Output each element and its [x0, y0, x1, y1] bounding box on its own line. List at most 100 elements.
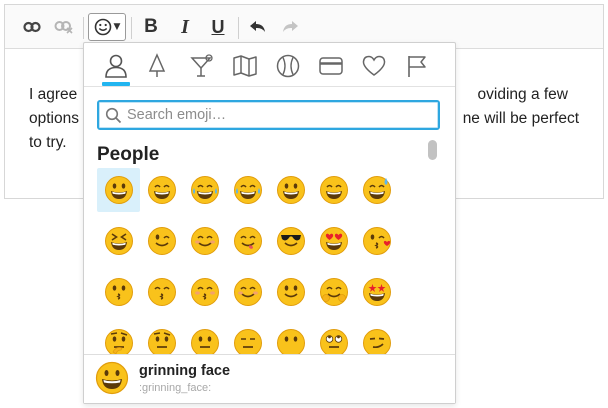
smile-icon: [319, 176, 348, 204]
emoji-search-input[interactable]: [127, 105, 427, 125]
category-flags[interactable]: [402, 52, 432, 80]
people-icon: [105, 54, 127, 78]
link-button[interactable]: [19, 13, 45, 41]
emoji-neutral[interactable]: [183, 321, 226, 354]
emoji-preview: grinning face :grinning_face:: [84, 354, 455, 403]
emoji-smiley[interactable]: [269, 168, 312, 212]
emoji-yum[interactable]: [226, 219, 269, 263]
emoji-smile[interactable]: [312, 168, 355, 212]
toolbar-separator: [238, 17, 239, 39]
emoji-heart-eyes[interactable]: [312, 219, 355, 263]
italic-button[interactable]: I: [172, 13, 198, 41]
ball-icon: [276, 54, 300, 78]
category-symbols[interactable]: [359, 52, 389, 80]
emoji-slight-smile[interactable]: [269, 270, 312, 314]
emoji-rofl[interactable]: [226, 168, 269, 212]
emoji-kissing-heart[interactable]: [355, 219, 398, 263]
undo-icon: [250, 21, 265, 32]
emoji-search-box: [97, 100, 440, 130]
emoji-kissing-smiling-eyes[interactable]: [140, 270, 183, 314]
emoji-button[interactable]: ▼: [88, 13, 126, 41]
emoji-grid: [97, 168, 397, 354]
no-mouth-icon: [276, 329, 305, 354]
text-fragment: options: [29, 110, 79, 127]
underline-button[interactable]: U: [205, 13, 231, 41]
smiley-icon: [94, 18, 111, 36]
unlink-button[interactable]: [51, 13, 77, 41]
category-food-drink[interactable]: [187, 52, 217, 80]
category-activity[interactable]: [273, 52, 303, 80]
thinking-icon: [104, 329, 133, 354]
emoji-list: People: [84, 136, 455, 354]
map-icon: [233, 55, 257, 77]
emoji-no-mouth[interactable]: [269, 321, 312, 354]
emoji-star-struck[interactable]: [355, 270, 398, 314]
category-objects[interactable]: [316, 52, 346, 80]
sweat-smile-icon: [362, 176, 391, 204]
text-fragment: I agree: [29, 86, 78, 103]
emoji-rolling-eyes[interactable]: [312, 321, 355, 354]
grinning-icon: [104, 176, 133, 204]
relaxed-icon: [233, 278, 262, 306]
expressionless-icon: [233, 329, 262, 354]
emoji-hugging[interactable]: [312, 270, 355, 314]
yum-icon: [233, 227, 262, 255]
emoji-category-bar: [84, 43, 455, 87]
emoji-wink[interactable]: [140, 219, 183, 263]
food-drink-icon: [190, 54, 213, 77]
scrollbar-thumb[interactable]: [428, 140, 437, 160]
toolbar-separator: [83, 17, 84, 39]
text-fragment: to try.: [29, 134, 67, 151]
grin-eyes-icon: [147, 176, 176, 204]
emoji-sunglasses[interactable]: [269, 219, 312, 263]
emoji-kissing[interactable]: [97, 270, 140, 314]
kissing-icon: [104, 278, 133, 306]
laughing-icon: [104, 227, 133, 255]
smirk-icon: [362, 329, 391, 354]
link-icon: [23, 21, 41, 33]
neutral-icon: [190, 329, 219, 354]
emoji-blush[interactable]: [183, 219, 226, 263]
heart-icon: [362, 55, 386, 76]
blush-icon: [190, 227, 219, 255]
slight-smile-icon: [276, 278, 305, 306]
emoji-picker: People grinning face :grinning_face:: [83, 42, 456, 404]
emoji-grinning[interactable]: [97, 168, 140, 212]
bold-button[interactable]: B: [138, 13, 164, 41]
unlink-icon: [54, 21, 73, 34]
chevron-down-icon: ▼: [113, 22, 121, 32]
emoji-raised-eyebrow[interactable]: [140, 321, 183, 354]
emoji-kissing-closed-eyes[interactable]: [183, 270, 226, 314]
rofl-icon: [233, 176, 262, 204]
kissing-closed-eyes-icon: [190, 278, 219, 306]
emoji-relaxed[interactable]: [226, 270, 269, 314]
emoji-smirk[interactable]: [355, 321, 398, 354]
emoji-joy[interactable]: [183, 168, 226, 212]
kissing-heart-icon: [362, 227, 391, 255]
category-travel-places[interactable]: [230, 52, 260, 80]
joy-icon: [190, 176, 219, 204]
scrollbar[interactable]: [426, 136, 440, 354]
emoji-grin-eyes[interactable]: [140, 168, 183, 212]
preview-emoji-name: grinning face: [139, 363, 231, 379]
redo-button[interactable]: [277, 13, 303, 41]
redo-icon: [283, 21, 298, 32]
category-nature[interactable]: [142, 52, 172, 80]
heart-eyes-icon: [319, 227, 348, 255]
emoji-thinking[interactable]: [97, 321, 140, 354]
rolling-eyes-icon: [319, 329, 348, 354]
category-people[interactable]: [101, 52, 131, 80]
kissing-smiling-eyes-icon: [147, 278, 176, 306]
text-fragment: oviding a few: [477, 86, 568, 103]
search-icon: [105, 107, 122, 124]
section-title: People: [97, 144, 160, 165]
flag-icon: [408, 56, 426, 77]
smiley-icon: [276, 176, 305, 204]
hugging-icon: [319, 278, 348, 306]
undo-button[interactable]: [245, 13, 271, 41]
emoji-sweat-smile[interactable]: [355, 168, 398, 212]
raised-eyebrow-icon: [147, 329, 176, 354]
emoji-laughing[interactable]: [97, 219, 140, 263]
emoji-expressionless[interactable]: [226, 321, 269, 354]
grinning-face-icon: [95, 361, 129, 395]
